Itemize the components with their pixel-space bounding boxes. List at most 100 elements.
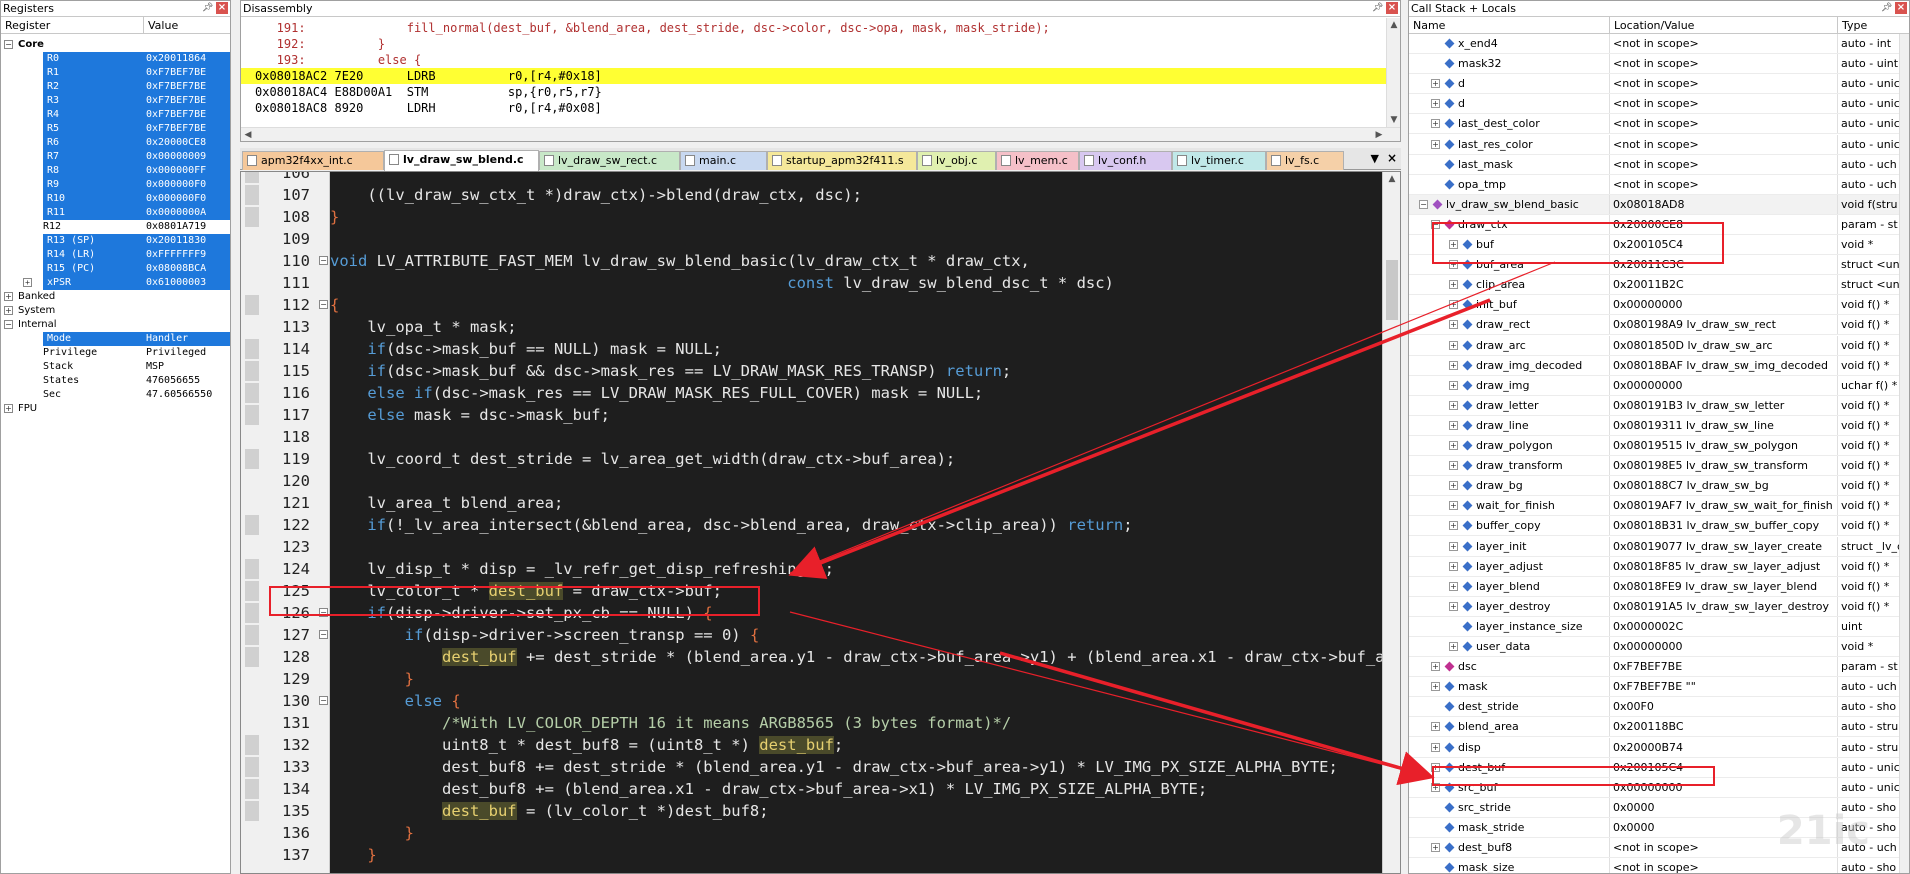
local-value[interactable]: <not in scope> — [1610, 154, 1838, 174]
disassembly-horizontal-scrollbar[interactable]: ◀ ▶ — [241, 127, 1400, 141]
register-value[interactable]: 0xF7BEF7BE — [144, 122, 230, 136]
code-line[interactable]: if(disp->driver->screen_transp == 0) { — [330, 624, 760, 646]
code-editor[interactable]: ((lv_draw_sw_ctx_t *)draw_ctx)->blend(dr… — [240, 171, 1401, 874]
expand-icon[interactable]: + — [4, 291, 13, 301]
breakpoint-line-marker[interactable] — [245, 779, 259, 799]
disassembly-source-line[interactable]: 191: fill_normal(dest_buf, &blend_area, … — [241, 20, 1386, 36]
expand-icon[interactable]: + — [1449, 581, 1458, 591]
name-column-header[interactable]: Name — [1409, 17, 1610, 33]
breakpoint-line-marker[interactable] — [245, 515, 259, 535]
register-group-core[interactable]: − Core — [1, 38, 230, 52]
local-value[interactable]: 0x00000000 — [1610, 295, 1838, 315]
expand-icon[interactable]: + — [23, 278, 32, 287]
expand-icon[interactable]: + — [1449, 441, 1458, 450]
local-variable-row[interactable]: + layer_blend 0x08018FE9 lv_draw_sw_layer_… — [1409, 576, 1899, 597]
breakpoint-line-marker[interactable] — [245, 339, 259, 359]
register-value[interactable]: 0x000000F0 — [144, 192, 230, 206]
register-value[interactable]: Handler — [144, 332, 230, 346]
local-value[interactable]: 0xF7BEF7BE "" — [1610, 677, 1838, 697]
expand-icon[interactable]: − — [1419, 199, 1428, 209]
register-value[interactable]: 0x20011864 — [144, 52, 230, 66]
close-icon[interactable]: × — [1386, 2, 1398, 14]
code-line[interactable]: } — [330, 668, 414, 690]
register-row[interactable]: R0 0x20011864 — [1, 52, 230, 66]
register-row[interactable]: R10 0x000000F0 — [1, 192, 230, 206]
local-value[interactable]: 0x080198E5 lv_draw_sw_transform — [1610, 456, 1838, 476]
local-variable-row[interactable]: + disp 0x20000B74 auto - stru — [1409, 737, 1899, 758]
register-row[interactable]: R8 0x000000FF — [1, 164, 230, 178]
expand-icon[interactable]: + — [4, 305, 13, 315]
code-line[interactable]: } — [330, 206, 339, 228]
local-variable-row[interactable]: + clip_area 0x20011B2C struct <un — [1409, 275, 1899, 296]
register-value[interactable]: 0xF7BEF7BE — [144, 108, 230, 122]
expand-icon[interactable]: + — [1431, 843, 1440, 852]
close-tab-icon[interactable]: × — [1387, 151, 1397, 165]
code-line[interactable]: dest_buf8 += dest_stride * (blend_area.y… — [330, 756, 1338, 778]
local-value[interactable]: <not in scope> — [1610, 54, 1838, 74]
local-value[interactable]: <not in scope> — [1610, 114, 1838, 134]
disassembly-instruction-line[interactable]: 0x08018AC8 8920 LDRH r0,[r4,#0x08] — [241, 100, 1386, 116]
expand-icon[interactable]: + — [1431, 742, 1440, 752]
local-value[interactable]: 0x080198A9 lv_draw_sw_rect — [1610, 315, 1838, 335]
breakpoint-line-marker[interactable] — [245, 207, 259, 227]
local-value[interactable]: <not in scope> — [1610, 34, 1838, 53]
register-value[interactable]: 0xFFFFFFF9 — [144, 248, 230, 262]
local-variable-row[interactable]: + layer_destroy 0x080191A5 lv_draw_sw_laye… — [1409, 596, 1899, 617]
local-value[interactable]: 0x08018FE9 lv_draw_sw_layer_blend — [1610, 576, 1838, 596]
register-value[interactable]: 0x000000FF — [144, 164, 230, 178]
local-value[interactable]: 0x08018AD8 — [1610, 194, 1838, 214]
local-variable-row[interactable]: + mask 0xF7BEF7BE "" auto - uch — [1409, 677, 1899, 698]
scroll-right-icon[interactable]: ▶ — [1372, 128, 1386, 141]
local-variable-row[interactable]: + wait_for_finish 0x08019AF7 lv_draw_sw_wa… — [1409, 496, 1899, 517]
breakpoint-line-marker[interactable] — [245, 383, 259, 403]
expand-icon[interactable]: − — [4, 39, 13, 49]
tab-list-dropdown-icon[interactable]: ▼ — [1371, 152, 1379, 165]
register-value[interactable]: 0x61000003 — [144, 276, 230, 290]
code-line[interactable]: dest_buf = (lv_color_t *)dest_buf8; — [330, 800, 769, 822]
disassembly-current-line[interactable]: 0x08018AC2 7E20 LDRB r0,[r4,#0x18] — [241, 68, 1386, 84]
register-value[interactable]: MSP — [144, 360, 230, 374]
disassembly-instruction-line[interactable]: 0x08018AC4 E88D00A1 STM sp,{r0,r5,r7} — [241, 84, 1386, 100]
local-value[interactable]: 0x08019077 lv_draw_sw_layer_create — [1610, 536, 1838, 556]
close-icon[interactable]: × — [216, 2, 228, 14]
disassembly-listing[interactable]: 191: fill_normal(dest_buf, &blend_area, … — [241, 18, 1386, 127]
expand-icon[interactable]: + — [1449, 541, 1458, 551]
code-area[interactable]: ((lv_draw_sw_ctx_t *)draw_ctx)->blend(dr… — [330, 172, 1382, 873]
expand-icon[interactable]: + — [1449, 340, 1458, 350]
local-value[interactable]: <not in scope> — [1610, 94, 1838, 114]
tab-lv-conf-h[interactable]: lv_conf.h — [1079, 151, 1172, 170]
local-variable-row[interactable]: mask32 <not in scope> auto - uint — [1409, 54, 1899, 75]
local-value[interactable]: 0x080188C7 lv_draw_sw_bg — [1610, 476, 1838, 496]
expand-icon[interactable]: + — [1449, 461, 1458, 471]
code-line[interactable]: /*With LV_COLOR_DEPTH 16 it means ARGB85… — [330, 712, 1011, 734]
breakpoint-line-marker[interactable] — [245, 735, 259, 755]
code-line[interactable]: uint8_t * dest_buf8 = (uint8_t *) dest_b… — [330, 734, 843, 756]
register-row[interactable]: States 476056655 — [1, 374, 230, 388]
local-variable-row[interactable]: + layer_init 0x08019077 lv_draw_sw_layer_c… — [1409, 536, 1899, 557]
tab-lv-draw-sw-blend-c[interactable]: lv_draw_sw_blend.c — [384, 150, 539, 171]
tab-apm32f4xx-int-c[interactable]: apm32f4xx_int.c — [242, 151, 384, 170]
breakpoint-line-marker[interactable] — [245, 295, 259, 315]
expand-icon[interactable]: + — [1449, 300, 1458, 310]
expand-icon[interactable]: + — [1431, 662, 1440, 672]
breakpoint-line-marker[interactable] — [245, 405, 259, 425]
breakpoint-line-marker[interactable] — [245, 361, 259, 381]
pin-icon[interactable]: 📌︎ — [202, 2, 213, 14]
local-value[interactable]: 0x20011B2C — [1610, 275, 1838, 295]
register-row[interactable]: R7 0x00000009 — [1, 150, 230, 164]
register-value[interactable]: 0x0801A719 — [144, 220, 230, 234]
fold-toggle-icon[interactable]: − — [319, 630, 328, 639]
breakpoint-line-marker[interactable] — [245, 647, 259, 667]
scroll-up-icon[interactable]: ▲ — [1387, 18, 1400, 32]
local-variable-row[interactable]: + d <not in scope> auto - unic — [1409, 94, 1899, 115]
register-row[interactable]: R13 (SP) 0x20011830 — [1, 234, 230, 248]
location-value-column-header[interactable]: Location/Value — [1610, 17, 1838, 33]
call-stack-frame-row[interactable]: − lv_draw_sw_blend_basic 0x08018AD8 void f(… — [1409, 194, 1899, 215]
code-line[interactable]: lv_disp_t * disp = _lv_refr_get_disp_ref… — [330, 558, 834, 580]
register-value[interactable]: 0x000000F0 — [144, 178, 230, 192]
local-value[interactable]: <not in scope> — [1610, 74, 1838, 94]
local-value[interactable]: 0x08019AF7 lv_draw_sw_wait_for_finish — [1610, 496, 1838, 516]
local-value[interactable]: 0x0801850D lv_draw_sw_arc — [1610, 335, 1838, 355]
expand-icon[interactable]: + — [1449, 561, 1458, 571]
expand-icon[interactable]: + — [1449, 400, 1458, 410]
